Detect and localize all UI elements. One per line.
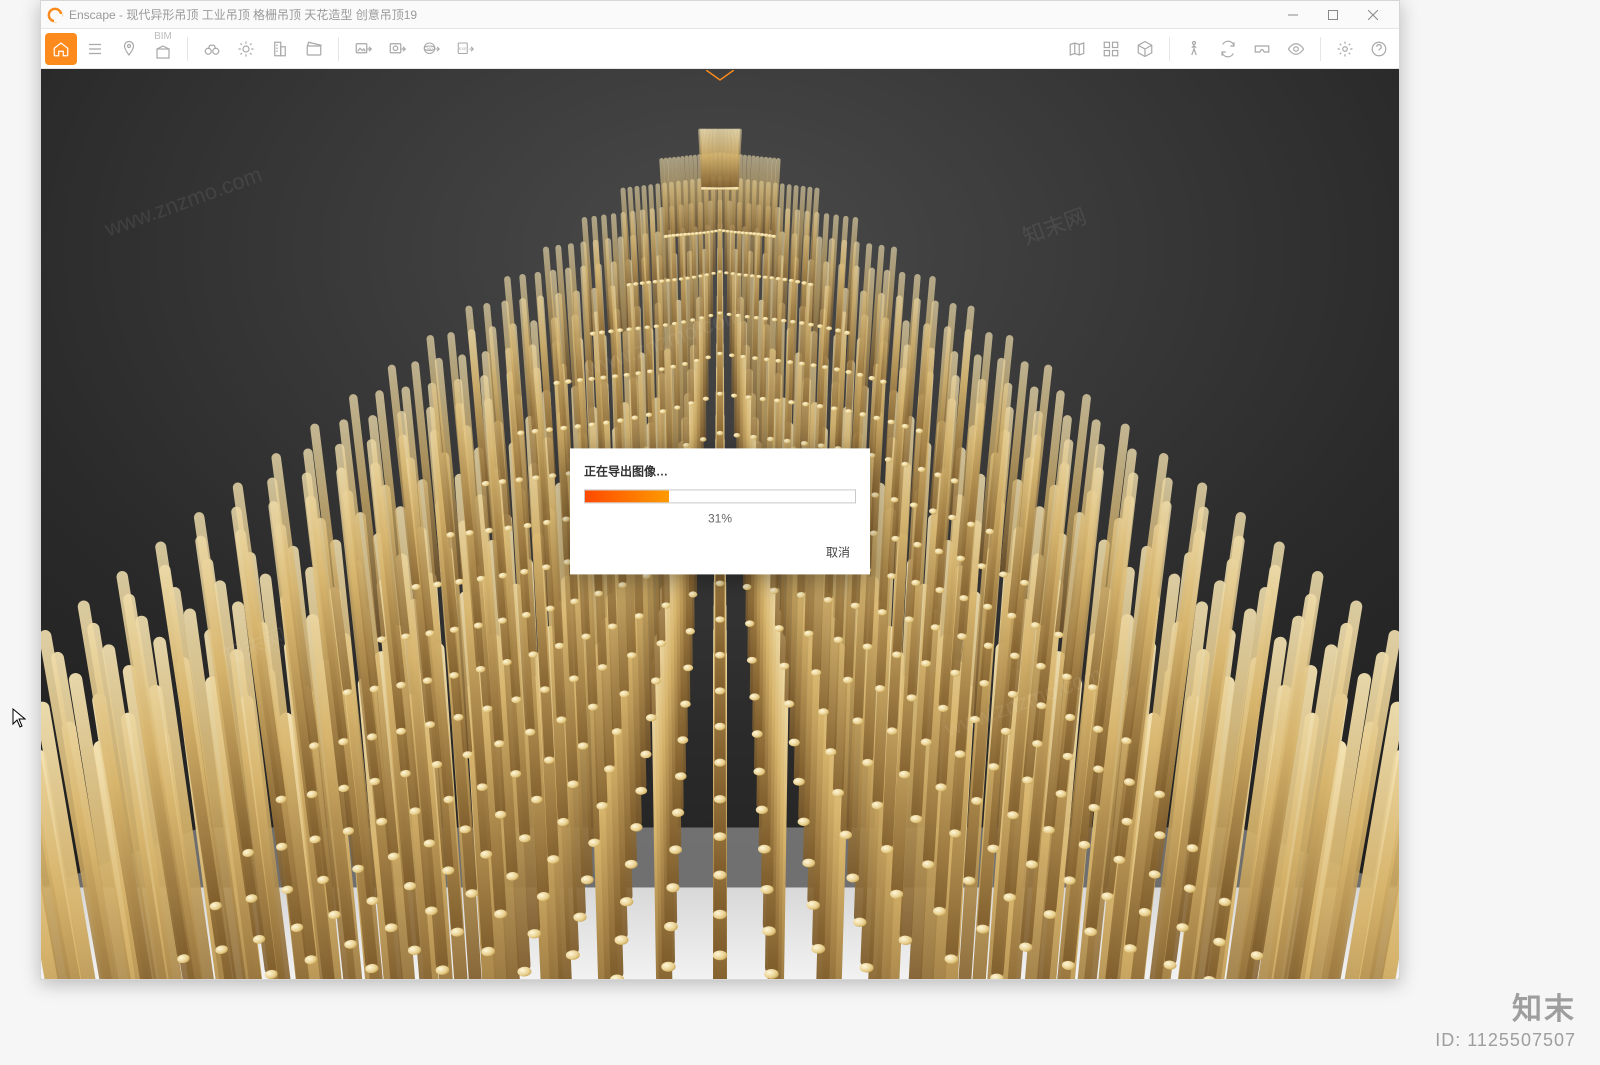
mouse-cursor-icon (12, 708, 26, 733)
map-icon[interactable] (1061, 33, 1093, 65)
watermark-id: ID: 1125507507 (1435, 1030, 1576, 1051)
watermark-brand: 知末 (1435, 984, 1576, 1028)
settings-icon[interactable] (1329, 33, 1361, 65)
export-image-icon[interactable] (347, 33, 379, 65)
sync-icon[interactable] (1212, 33, 1244, 65)
render-viewport[interactable]: www.znzmo.com www.znzmo.com 知末网 知末网 www.… (41, 69, 1399, 979)
panel-pull-tab-icon[interactable] (706, 69, 734, 87)
asset-library-icon[interactable] (1095, 33, 1127, 65)
help-icon[interactable] (1363, 33, 1395, 65)
walk-icon[interactable] (1178, 33, 1210, 65)
bim-icon[interactable]: BIM (147, 33, 179, 65)
export-exe-icon[interactable]: EXE (449, 33, 481, 65)
watermark-bottom-right: 知末 ID: 1125507507 (1435, 984, 1576, 1051)
dialog-title: 正在导出图像… (584, 462, 856, 479)
app-window: Enscape - 现代异形吊顶 工业吊顶 格栅吊顶 天花造型 创意吊顶19 B… (40, 0, 1400, 980)
building-icon[interactable] (264, 33, 296, 65)
host-right-gutter (1400, 0, 1600, 1065)
cancel-button[interactable]: 取消 (820, 539, 856, 564)
main-toolbar: BIM 360 EXE (41, 29, 1399, 69)
progress-bar (584, 489, 856, 503)
host-bottom-gutter (0, 980, 1600, 1065)
pin-icon[interactable] (113, 33, 145, 65)
vr-icon[interactable] (1246, 33, 1278, 65)
export-360-icon[interactable]: 360 (415, 33, 447, 65)
svg-text:EXE: EXE (459, 46, 467, 50)
titlebar: Enscape - 现代异形吊顶 工业吊顶 格栅吊顶 天花造型 创意吊顶19 (41, 1, 1399, 29)
minimize-button[interactable] (1273, 1, 1313, 29)
host-left-strip (0, 0, 40, 1065)
app-logo-icon (47, 7, 63, 23)
export-pano-icon[interactable] (381, 33, 413, 65)
progress-percent: 31% (584, 511, 856, 525)
export-progress-dialog: 正在导出图像… 31% 取消 (570, 448, 870, 574)
menu-icon[interactable] (79, 33, 111, 65)
toolbar-separator (1169, 37, 1170, 61)
visibility-icon[interactable] (1280, 33, 1312, 65)
toolbar-separator (187, 37, 188, 61)
progress-fill (585, 490, 669, 502)
window-title: Enscape - 现代异形吊顶 工业吊顶 格栅吊顶 天花造型 创意吊顶19 (69, 6, 417, 23)
svg-text:360: 360 (426, 46, 432, 50)
maximize-button[interactable] (1313, 1, 1353, 29)
toolbar-separator (338, 37, 339, 61)
home-icon[interactable] (45, 33, 77, 65)
close-button[interactable] (1353, 1, 1393, 29)
cube-icon[interactable] (1129, 33, 1161, 65)
sun-icon[interactable] (230, 33, 262, 65)
clapper-icon[interactable] (298, 33, 330, 65)
toolbar-separator (1320, 37, 1321, 61)
binoculars-icon[interactable] (196, 33, 228, 65)
